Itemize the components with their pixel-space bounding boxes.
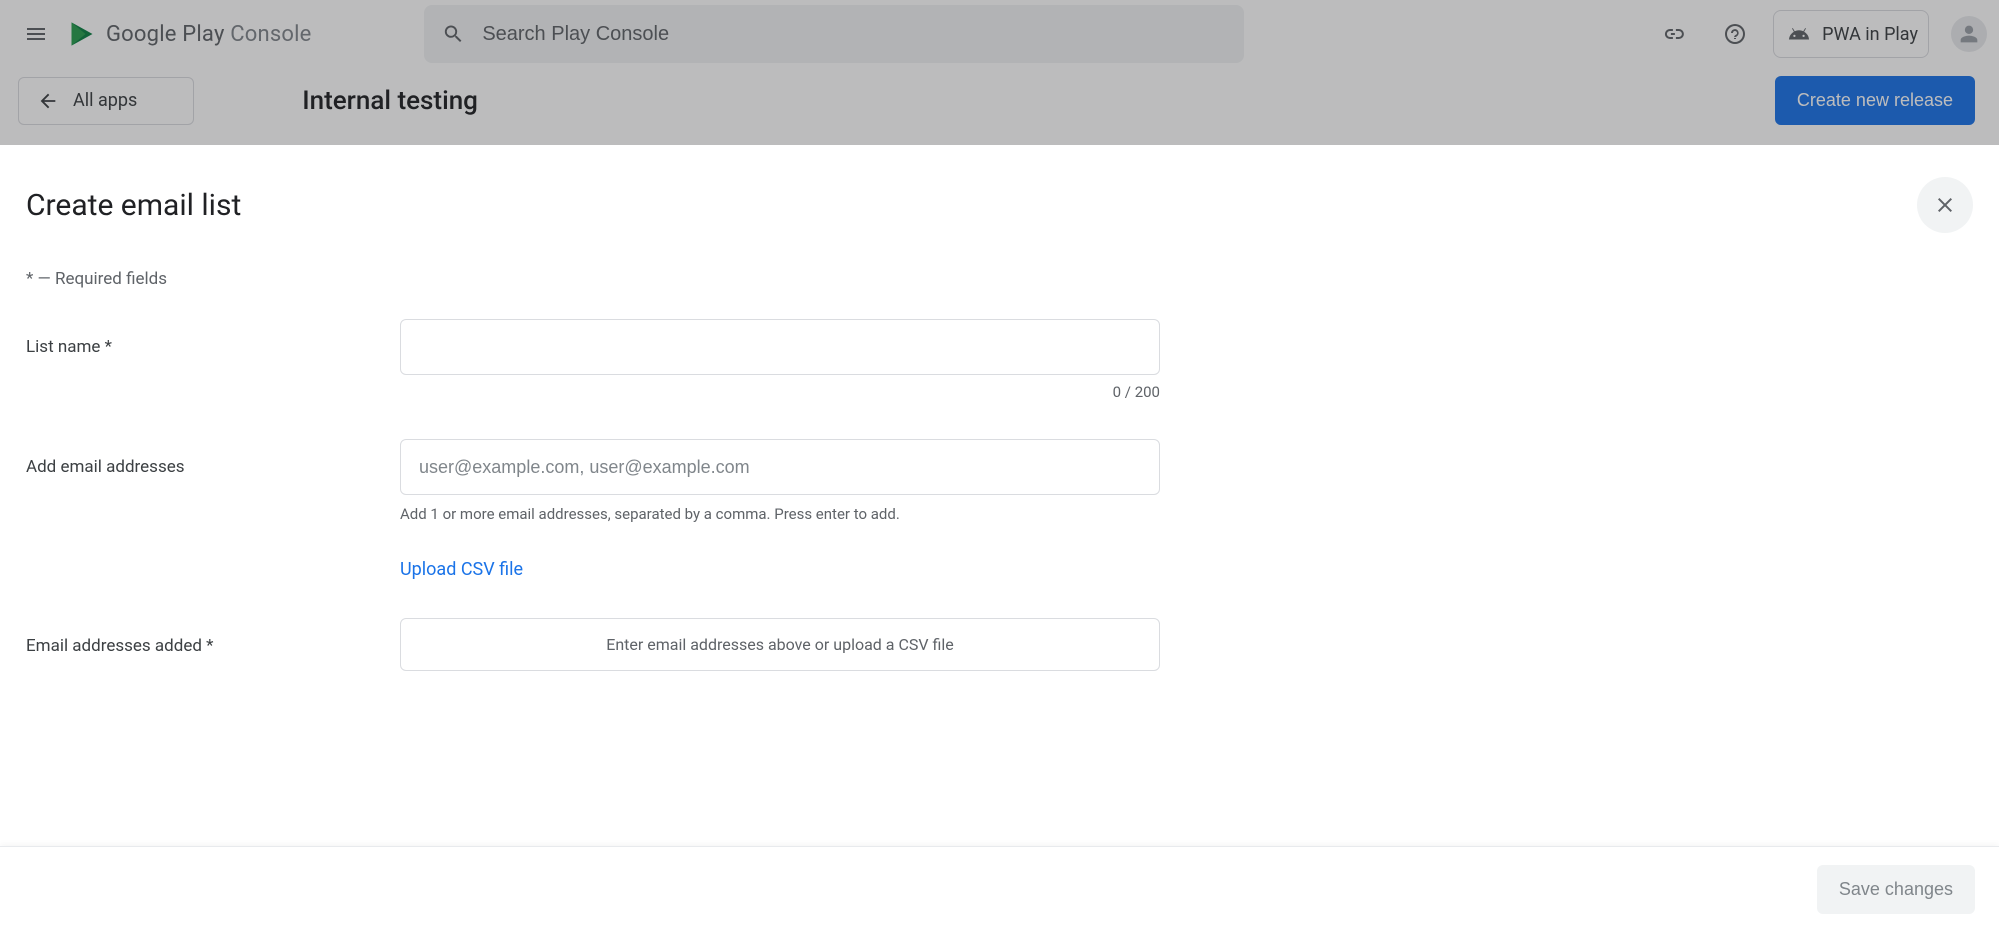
link-icon [1661, 22, 1685, 46]
menu-icon [24, 22, 48, 46]
close-icon [1933, 193, 1957, 217]
app-selector-chip[interactable]: PWA in Play [1773, 10, 1929, 58]
modal-footer: Save changes [0, 846, 1999, 932]
add-emails-row: Add email addresses Add 1 or more email … [26, 439, 1973, 580]
all-apps-button[interactable]: All apps [18, 77, 194, 125]
required-fields-note: * — Required fields [26, 269, 1973, 289]
topbar-actions: PWA in Play [1649, 10, 1987, 58]
modal-body: * — Required fields List name * 0 / 200 … [0, 233, 1999, 846]
search-icon [442, 22, 465, 46]
save-changes-button[interactable]: Save changes [1817, 865, 1975, 914]
android-icon [1788, 23, 1810, 45]
play-console-logo[interactable]: Google Play Console [68, 20, 312, 48]
upload-csv-link[interactable]: Upload CSV file [400, 559, 523, 580]
app-chip-label: PWA in Play [1822, 24, 1918, 45]
create-email-list-modal: Create email list * — Required fields Li… [0, 145, 1999, 932]
list-name-char-counter: 0 / 200 [400, 383, 1160, 401]
help-button[interactable] [1711, 10, 1759, 58]
search-input[interactable] [482, 23, 1225, 46]
create-release-button[interactable]: Create new release [1775, 76, 1975, 125]
emails-added-row: Email addresses added * Enter email addr… [26, 618, 1973, 671]
topbar: Google Play Console PWA in Play [0, 0, 1999, 68]
list-name-label: List name * [26, 319, 400, 357]
help-icon [1723, 22, 1747, 46]
emails-added-label: Email addresses added * [26, 618, 400, 656]
person-icon [1959, 24, 1979, 44]
add-emails-input[interactable] [400, 439, 1160, 495]
list-name-input[interactable] [400, 319, 1160, 375]
search-box[interactable] [424, 5, 1244, 63]
page-title: Internal testing [302, 86, 478, 116]
logo-text: Google Play Console [106, 22, 312, 47]
all-apps-label: All apps [73, 90, 137, 111]
list-name-row: List name * 0 / 200 [26, 319, 1973, 401]
arrow-back-icon [37, 90, 59, 112]
user-avatar[interactable] [1951, 16, 1987, 52]
add-emails-helper: Add 1 or more email addresses, separated… [400, 505, 1160, 523]
link-button[interactable] [1649, 10, 1697, 58]
play-logo-icon [68, 20, 96, 48]
hamburger-menu-button[interactable] [12, 10, 60, 58]
add-emails-label: Add email addresses [26, 439, 400, 477]
page-subheader: All apps Internal testing Create new rel… [0, 68, 1999, 125]
modal-title: Create email list [26, 188, 241, 223]
close-modal-button[interactable] [1917, 177, 1973, 233]
modal-header: Create email list [0, 145, 1999, 233]
emails-added-empty-state: Enter email addresses above or upload a … [400, 618, 1160, 671]
